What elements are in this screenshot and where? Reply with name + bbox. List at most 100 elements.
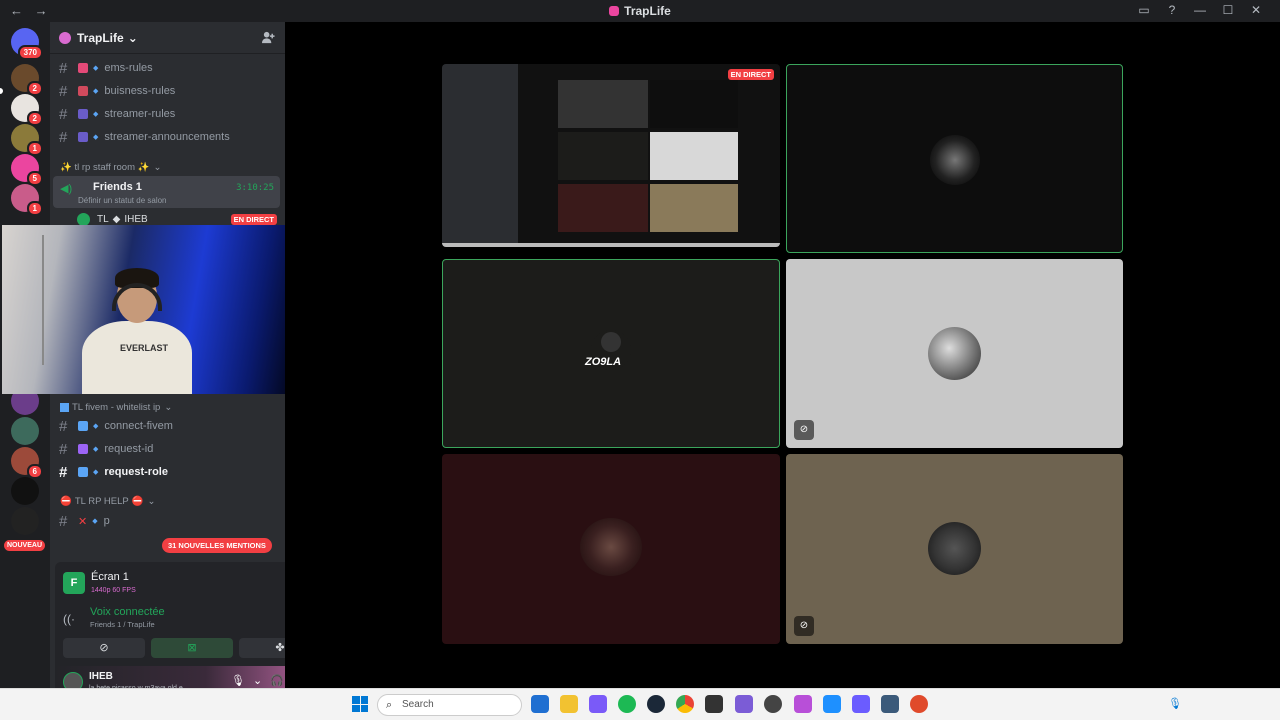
unread-pill xyxy=(0,88,3,94)
channel-item[interactable]: # ◆ buisness-rules xyxy=(59,81,279,101)
chevron-down-icon: ⌄ xyxy=(127,30,138,45)
server-icon[interactable]: 1 xyxy=(11,124,43,156)
server-icon[interactable]: 5 xyxy=(11,154,43,186)
avatar xyxy=(928,327,981,380)
door-frame xyxy=(42,235,44,365)
chevron-down-icon: ⌄ xyxy=(164,402,173,413)
spotify-icon[interactable] xyxy=(618,695,636,713)
cross-mark-icon: ✕ xyxy=(78,515,88,528)
no-entry-icon: ⛔ xyxy=(60,496,72,507)
channel-emoji-icon xyxy=(78,467,88,477)
zo9la-logo-text: ZO9LA xyxy=(585,356,622,368)
channel-item[interactable]: # ◆ streamer-announcements xyxy=(59,127,279,147)
channel-name: request-id xyxy=(104,443,154,455)
voice-channel-link[interactable]: Friends 1 / TrapLife xyxy=(90,620,155,629)
search-input[interactable]: ⌕ Search xyxy=(377,694,522,716)
category-staff-room[interactable]: ✨ tl rp staff room ✨ ⌄ xyxy=(60,162,161,173)
taskbar-app-icon[interactable] xyxy=(735,695,753,713)
diamond-icon: ◆ xyxy=(92,518,98,525)
close-button[interactable]: ✕ xyxy=(1242,3,1270,17)
hash-icon: # xyxy=(59,82,68,100)
inbox-icon[interactable]: ▭ xyxy=(1130,3,1158,17)
server-header[interactable]: TrapLife ⌄ xyxy=(50,22,285,54)
live-badge: EN DIRECT xyxy=(230,214,277,225)
chevron-down-icon[interactable]: ⌄ xyxy=(253,674,262,687)
video-grid: EN DIRECT ZO9LA ⊘ ⊘ xyxy=(285,22,1280,688)
headphones-icon[interactable]: 🎧 xyxy=(270,674,284,687)
channel-emoji-icon xyxy=(78,109,88,119)
window-title: TrapLife xyxy=(0,4,1280,18)
taskbar-app-icon[interactable] xyxy=(794,695,812,713)
hash-icon: # xyxy=(59,105,68,123)
voice-channel-friends[interactable]: ◀) Friends 1 Définir un statut de salon … xyxy=(53,176,280,208)
file-explorer-icon[interactable] xyxy=(560,695,578,713)
channel-item[interactable]: # ◆ request-role xyxy=(59,462,279,482)
help-icon[interactable]: ? xyxy=(1158,3,1186,17)
server-icon[interactable] xyxy=(11,417,39,445)
preview-tile xyxy=(650,80,738,128)
category-help[interactable]: ⛔ TL RP HELP ⛔ ⌄ xyxy=(60,496,156,507)
diamond-icon: ◆ xyxy=(93,65,99,72)
taskbar-app-icon[interactable] xyxy=(910,695,928,713)
channel-emoji-icon xyxy=(78,421,88,431)
microphone-icon[interactable]: 🎙 xyxy=(1168,697,1182,710)
server-icon[interactable]: 1 xyxy=(11,184,43,216)
server-icon[interactable] xyxy=(11,477,39,505)
new-mentions-badge[interactable]: 31 NOUVELLES MENTIONS xyxy=(162,538,272,553)
server-icon[interactable]: 2 xyxy=(11,64,43,96)
participant-tile[interactable] xyxy=(442,454,780,644)
participant-tile[interactable]: ⊘ xyxy=(786,259,1123,448)
chrome-icon[interactable] xyxy=(676,695,694,713)
monitor-icon xyxy=(60,403,69,412)
category-fivem[interactable]: TL fivem - whitelist ip ⌄ xyxy=(60,402,172,413)
taskbar-app-icon[interactable] xyxy=(852,695,870,713)
taskbar-app-icon[interactable] xyxy=(531,695,549,713)
title-bar: ← → TrapLife ▭ ? — ☐ ✕ xyxy=(0,0,1280,22)
server-icon[interactable]: 2 xyxy=(11,94,43,126)
microphone-icon[interactable]: 🎙 xyxy=(231,674,245,687)
steam-icon[interactable] xyxy=(647,695,665,713)
channel-item[interactable]: # ✕ ◆ p xyxy=(59,511,279,531)
stream-tile[interactable]: EN DIRECT xyxy=(442,64,780,247)
share-screen-button[interactable]: ⊠ xyxy=(151,638,233,658)
server-icon[interactable] xyxy=(11,507,39,535)
voice-status: Voix connectée xyxy=(90,606,165,618)
voice-channel-status[interactable]: Définir un statut de salon xyxy=(78,196,167,205)
windows-start-icon[interactable] xyxy=(352,696,368,712)
channel-item[interactable]: # ◆ streamer-rules xyxy=(59,104,279,124)
server-logo-icon xyxy=(59,31,71,44)
screen-icon: F xyxy=(63,572,85,594)
maximize-button[interactable]: ☐ xyxy=(1214,3,1242,17)
add-member-icon[interactable] xyxy=(262,31,275,47)
participant-tile[interactable] xyxy=(786,64,1123,253)
participant-tile[interactable]: ⊘ xyxy=(786,454,1123,644)
preview-tile xyxy=(558,80,648,128)
channel-name: p xyxy=(103,515,110,527)
channel-item[interactable]: # ◆ ems-rules xyxy=(59,58,279,78)
server-icon[interactable]: 6 xyxy=(11,447,43,479)
search-icon: ⌕ xyxy=(386,699,393,711)
signal-icon[interactable]: ((· xyxy=(63,612,75,626)
avatar xyxy=(928,522,981,575)
camera-off-button[interactable]: ⊘ xyxy=(63,638,145,658)
taskbar-app-icon[interactable] xyxy=(823,695,841,713)
channel-item[interactable]: # ◆ request-id xyxy=(59,439,279,459)
category-label: TL RP HELP xyxy=(74,496,129,507)
share-screen-icon: ⊠ xyxy=(187,642,197,654)
taskbar-app-icon[interactable] xyxy=(764,695,782,713)
participant-tile[interactable]: ZO9LA xyxy=(442,259,780,448)
channel-name: request-role xyxy=(104,466,168,478)
diamond-icon: ◆ xyxy=(93,134,99,141)
calculator-icon[interactable] xyxy=(881,695,899,713)
hash-icon: # xyxy=(59,59,68,77)
minimize-button[interactable]: — xyxy=(1186,3,1214,17)
chevron-down-icon: ⌄ xyxy=(147,496,156,507)
home-discord-icon[interactable]: 370 xyxy=(11,28,43,60)
category-label: TL fivem - whitelist ip xyxy=(72,402,161,413)
category-label: ✨ tl rp staff room ✨ xyxy=(60,162,150,173)
taskbar-app-icon[interactable] xyxy=(705,695,723,713)
preview-tile xyxy=(558,184,648,232)
muted-icon: ⊘ xyxy=(794,420,814,440)
channel-item[interactable]: # ◆ connect-fivem xyxy=(59,416,279,436)
discord-icon[interactable] xyxy=(589,695,607,713)
